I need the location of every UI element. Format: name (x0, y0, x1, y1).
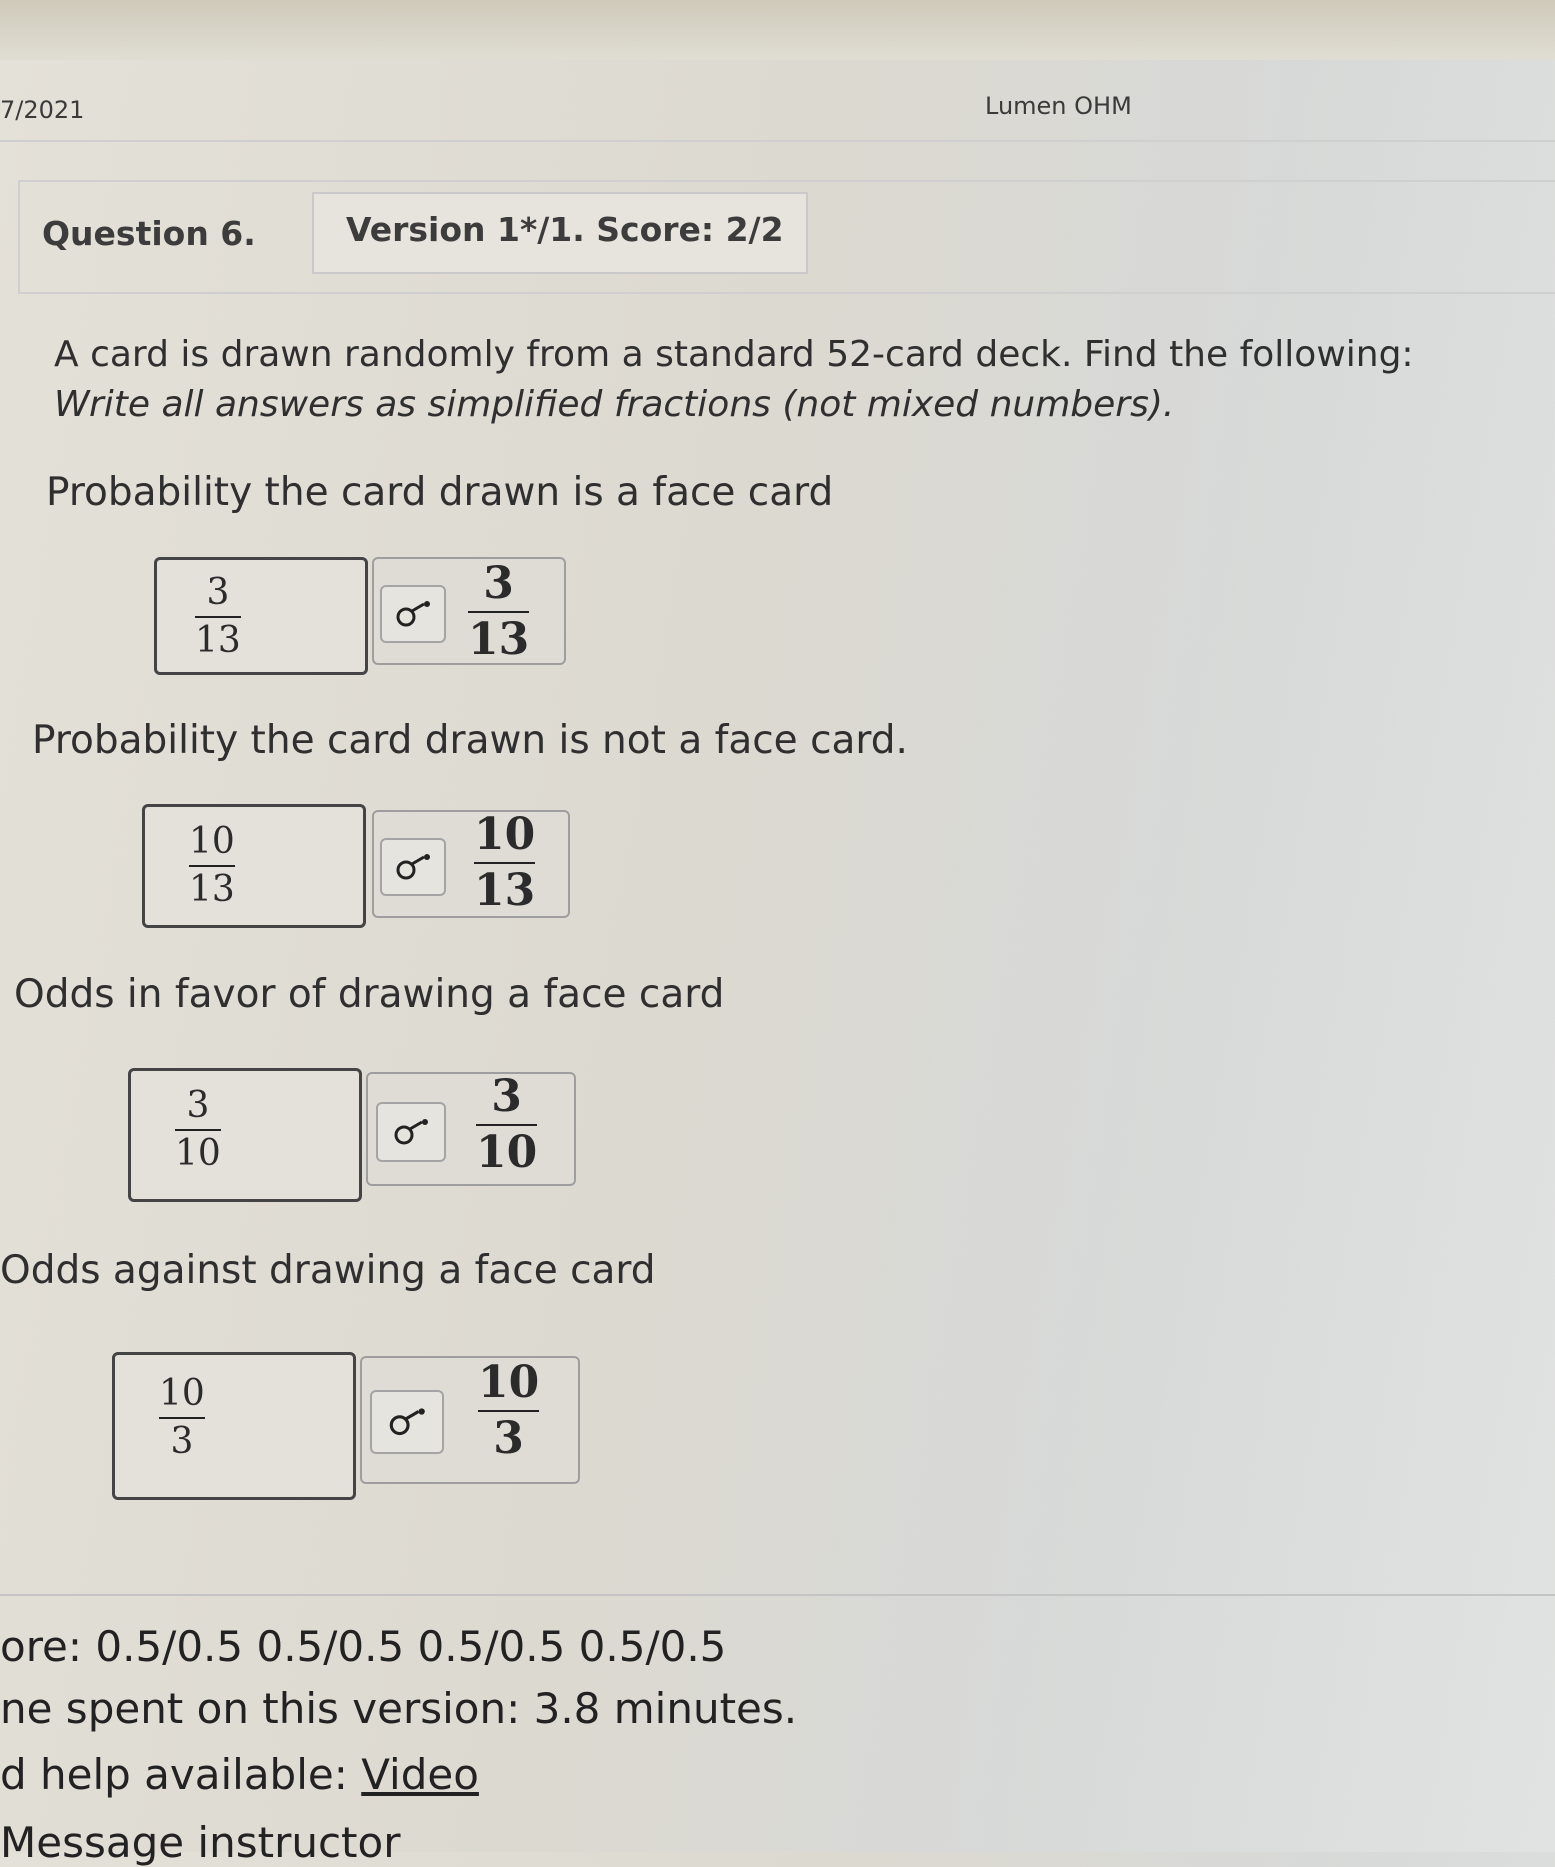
preview-numerator: 10 (474, 809, 536, 860)
part-4-preview-fraction: 10 3 (478, 1357, 540, 1465)
part-3-label: Odds in favor of drawing a face card (14, 972, 725, 1017)
question-label: Question 6. (42, 214, 256, 253)
fraction-bar (474, 862, 536, 865)
answer-denominator: 3 (170, 1420, 194, 1462)
fraction-bar (189, 864, 235, 867)
fraction-bar (468, 611, 530, 614)
score-summary: ore: 0.5/0.5 0.5/0.5 0.5/0.5 0.5/0.5 (0, 1622, 727, 1671)
fraction-bar (175, 1128, 221, 1131)
part-2-answer-fraction: 10 13 (189, 823, 235, 909)
help-available: d help available: Video (0, 1750, 479, 1799)
header-rule (0, 140, 1555, 142)
answer-numerator: 10 (159, 1373, 205, 1414)
footer-rule (0, 1594, 1555, 1596)
part-1-preview: 3 13 (372, 557, 566, 665)
part-4-answer-fraction: 10 3 (159, 1375, 205, 1461)
fraction-bar (195, 615, 241, 618)
part-3-answer-fraction: 3 10 (175, 1087, 221, 1173)
part-1-answer-fraction: 3 13 (195, 574, 241, 660)
fraction-bar (476, 1124, 538, 1127)
preview-eye-icon[interactable] (380, 585, 446, 643)
print-date: 7/2021 (0, 96, 85, 124)
preview-denominator: 3 (493, 1413, 524, 1465)
fraction-bar (159, 1416, 205, 1419)
preview-eye-icon[interactable] (376, 1102, 446, 1162)
question-prompt: A card is drawn randomly from a standard… (54, 330, 1414, 430)
part-4-answer-field[interactable]: 10 3 (112, 1352, 356, 1500)
help-prefix: d help available: (0, 1750, 362, 1799)
answer-denominator: 10 (175, 1132, 221, 1174)
part-1-label: Probability the card drawn is a face car… (46, 470, 834, 515)
part-2-answer-field[interactable]: 10 13 (142, 804, 366, 928)
part-3-preview: 3 10 (366, 1072, 576, 1186)
part-1-preview-fraction: 3 13 (468, 558, 530, 666)
time-spent: ne spent on this version: 3.8 minutes. (0, 1684, 798, 1733)
part-3-preview-fraction: 3 10 (476, 1071, 538, 1179)
fraction-bar (478, 1410, 540, 1413)
version-score: Version 1*/1. Score: 2/2 (346, 210, 784, 249)
answer-numerator: 10 (189, 821, 235, 862)
video-help-link[interactable]: Video (361, 1750, 479, 1799)
prompt-line-2: Write all answers as simplified fraction… (54, 384, 1175, 425)
preview-denominator: 13 (474, 865, 536, 917)
prompt-line-1: A card is drawn randomly from a standard… (54, 334, 1414, 375)
part-3-answer-field[interactable]: 3 10 (128, 1068, 362, 1202)
part-4-preview: 10 3 (360, 1356, 580, 1484)
answer-denominator: 13 (189, 868, 235, 910)
preview-numerator: 10 (478, 1357, 540, 1408)
app-name: Lumen OHM (985, 92, 1132, 120)
preview-denominator: 10 (476, 1127, 538, 1179)
answer-numerator: 3 (206, 572, 230, 613)
preview-numerator: 3 (491, 1071, 522, 1122)
part-2-preview: 10 13 (372, 810, 570, 918)
answer-denominator: 13 (195, 619, 241, 661)
preview-eye-icon[interactable] (370, 1390, 444, 1454)
preview-numerator: 3 (483, 558, 514, 609)
page-top-shade (0, 0, 1555, 60)
answer-numerator: 3 (186, 1085, 210, 1126)
preview-eye-icon[interactable] (380, 838, 446, 896)
preview-denominator: 13 (468, 614, 530, 666)
part-2-label: Probability the card drawn is not a face… (32, 718, 908, 763)
part-2-preview-fraction: 10 13 (474, 809, 536, 917)
message-instructor-link[interactable]: Message instructor (0, 1818, 400, 1867)
part-1-answer-field[interactable]: 3 13 (154, 557, 368, 675)
part-4-label: Odds against drawing a face card (0, 1248, 656, 1293)
